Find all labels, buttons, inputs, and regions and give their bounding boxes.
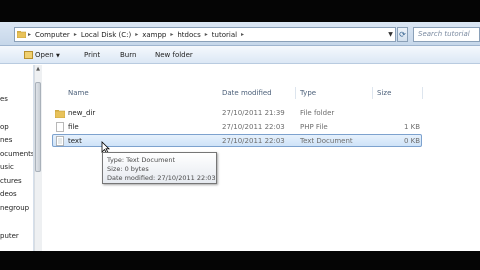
file-size: 1 KB bbox=[404, 123, 421, 131]
tooltip-type: Type: Text Document bbox=[107, 156, 176, 164]
column-divider[interactable] bbox=[372, 87, 373, 99]
top-black-band bbox=[0, 0, 480, 22]
chevron-right-icon[interactable]: ▸ bbox=[205, 31, 208, 38]
column-divider[interactable] bbox=[295, 87, 296, 99]
folder-icon bbox=[17, 31, 26, 38]
chevron-down-icon[interactable]: ▼ bbox=[386, 28, 395, 41]
search-input[interactable]: Search tutorial bbox=[413, 27, 480, 42]
nav-item-documents[interactable]: ocuments bbox=[0, 150, 33, 158]
tooltip-size: Size: 0 bytes bbox=[107, 165, 149, 173]
navigation-pane: es op nes ocuments usic ctures deos negr… bbox=[0, 65, 34, 251]
command-bar: Open ▼ Print Burn New folder bbox=[0, 46, 480, 64]
file-name: new_dir bbox=[68, 109, 96, 117]
chevron-right-icon[interactable]: ▸ bbox=[28, 31, 31, 38]
chevron-right-icon[interactable]: ▸ bbox=[170, 31, 173, 38]
nav-item-libraries[interactable]: nes bbox=[0, 136, 12, 144]
bottom-black-band bbox=[0, 251, 480, 270]
column-header-type[interactable]: Type bbox=[300, 89, 316, 97]
crumb-tutorial[interactable]: tutorial bbox=[212, 31, 237, 39]
chevron-right-icon[interactable]: ▸ bbox=[135, 31, 138, 38]
nav-scrollbar-thumb[interactable] bbox=[35, 82, 41, 172]
chevron-right-icon[interactable]: ▸ bbox=[241, 31, 244, 38]
column-divider[interactable] bbox=[422, 87, 423, 99]
file-size: 0 KB bbox=[404, 137, 421, 145]
nav-item-favorites[interactable]: es bbox=[0, 95, 8, 103]
nav-item-videos[interactable]: deos bbox=[0, 190, 17, 198]
crumb-htdocs[interactable]: htdocs bbox=[177, 31, 200, 39]
list-item[interactable]: new_dir 27/10/2011 21:39 File folder bbox=[52, 107, 422, 120]
nav-item-pictures[interactable]: ctures bbox=[0, 177, 22, 185]
nav-item-computer[interactable]: puter bbox=[0, 232, 19, 240]
refresh-icon: ⟳ bbox=[399, 30, 406, 39]
new-folder-button[interactable]: New folder bbox=[155, 46, 193, 64]
refresh-button[interactable]: ⟳ bbox=[397, 27, 408, 42]
file-type: File folder bbox=[300, 109, 335, 117]
file-date: 27/10/2011 21:39 bbox=[222, 109, 285, 117]
file-date: 27/10/2011 22:03 bbox=[222, 137, 285, 145]
list-item[interactable]: file 27/10/2011 22:03 PHP File 1 KB bbox=[52, 121, 422, 134]
text-file-icon bbox=[56, 136, 64, 146]
open-button[interactable]: Open ▼ bbox=[24, 46, 60, 64]
chevron-right-icon[interactable]: ▸ bbox=[74, 31, 77, 38]
column-header-name[interactable]: Name bbox=[68, 89, 89, 97]
file-name: text bbox=[68, 137, 82, 145]
crumb-local-disk[interactable]: Local Disk (C:) bbox=[81, 31, 131, 39]
chevron-down-icon: ▼ bbox=[55, 53, 60, 59]
php-file-icon bbox=[56, 122, 64, 132]
file-date: 27/10/2011 22:03 bbox=[222, 123, 285, 131]
nav-item-music[interactable]: usic bbox=[0, 163, 14, 171]
folder-icon bbox=[55, 110, 65, 118]
file-type: Text Document bbox=[300, 137, 353, 145]
file-tooltip: Type: Text Document Size: 0 bytes Date m… bbox=[102, 152, 217, 184]
column-header-size[interactable]: Size bbox=[377, 89, 391, 97]
print-button[interactable]: Print bbox=[84, 46, 100, 64]
nav-item-desktop[interactable]: op bbox=[0, 123, 9, 131]
scroll-up-icon[interactable]: ▲ bbox=[35, 66, 41, 74]
nav-item-homegroup[interactable]: negroup bbox=[0, 204, 29, 212]
crumb-xampp[interactable]: xampp bbox=[142, 31, 166, 39]
crumb-computer[interactable]: Computer bbox=[35, 31, 70, 39]
tooltip-date: Date modified: 27/10/2011 22:03 bbox=[107, 174, 216, 182]
burn-button[interactable]: Burn bbox=[120, 46, 136, 64]
file-name: file bbox=[68, 123, 79, 131]
column-header-date[interactable]: Date modified bbox=[222, 89, 272, 97]
breadcrumb: ▸ Computer ▸ Local Disk (C:) ▸ xampp ▸ h… bbox=[28, 28, 244, 41]
open-icon bbox=[24, 51, 33, 59]
file-type: PHP File bbox=[300, 123, 328, 131]
